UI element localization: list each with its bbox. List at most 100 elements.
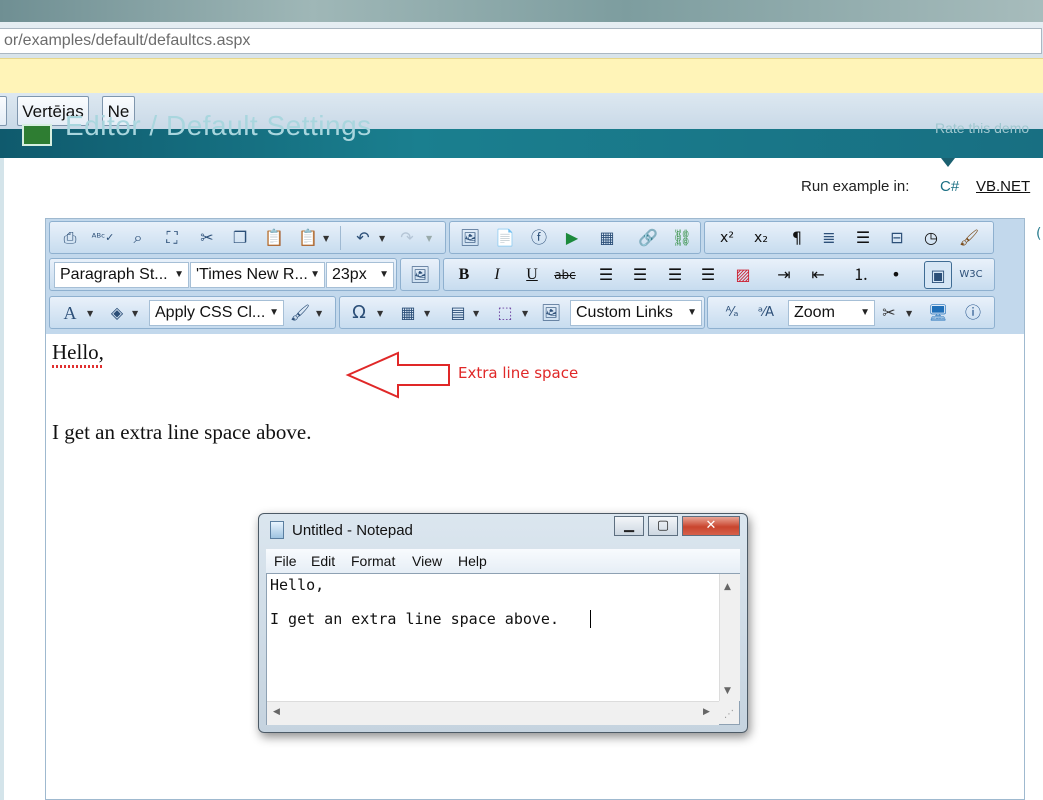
format-painter-icon[interactable]: 🖌 (957, 226, 981, 250)
template-manager-icon[interactable]: ▦ (595, 226, 619, 250)
align-menu-icon[interactable]: ☰ (851, 226, 875, 250)
image-manager-icon[interactable]: 🖼 (458, 226, 482, 250)
insert-snippet-icon[interactable]: ⊟ (885, 226, 909, 250)
copy-icon[interactable]: ❐ (228, 226, 252, 250)
apply-css-dropdown-icon[interactable]: ▼ (269, 301, 279, 325)
media-manager-icon[interactable]: ▶ (560, 226, 584, 250)
outdent-icon[interactable]: ⇤ (806, 263, 830, 287)
insert-date-time-icon[interactable]: ◷ (919, 226, 943, 250)
toggle-borders-icon[interactable]: ▣ (924, 261, 952, 289)
find-replace-icon[interactable]: ⌕ (126, 226, 150, 250)
vertical-scrollbar[interactable] (719, 574, 740, 701)
scroll-down-arrow-icon[interactable]: ▼ (724, 686, 731, 696)
translate-bar-edge-button[interactable] (0, 96, 7, 126)
menu-view[interactable]: View (412, 553, 442, 569)
csharp-link[interactable]: C# (940, 178, 959, 195)
format-sets-dropdown-icon[interactable]: ▼ (316, 309, 322, 318)
align-center-icon[interactable]: ☰ (628, 263, 652, 287)
paste-options-dropdown-icon[interactable]: ▼ (323, 234, 329, 243)
redo-dropdown-icon[interactable]: ▼ (426, 234, 432, 243)
font-name-select[interactable]: 'Times New R... ▼ (190, 262, 325, 288)
indent-icon[interactable]: ⇥ (772, 263, 796, 287)
back-color-icon[interactable]: ◈ (105, 301, 129, 325)
bold-icon[interactable]: B (452, 263, 476, 287)
about-dialog-icon[interactable]: ⓘ (961, 301, 985, 325)
format-stripper-icon[interactable]: ≣ (817, 226, 841, 250)
undo-dropdown-icon[interactable]: ▼ (379, 234, 385, 243)
horizontal-scrollbar[interactable] (267, 701, 719, 725)
table-wizard-icon[interactable]: ▤ (446, 301, 470, 325)
cut-icon[interactable]: ✂ (195, 226, 219, 250)
scroll-left-arrow-icon[interactable]: ◀ (273, 707, 280, 717)
minimize-button[interactable]: ▁ (614, 516, 644, 536)
underline-icon[interactable]: U (520, 263, 544, 287)
maximize-button[interactable]: ▢ (648, 516, 678, 536)
convert-lowercase-icon[interactable]: ᴬ⁄ₐ (720, 301, 744, 325)
print-icon[interactable]: ⎙ (58, 226, 82, 250)
fore-color-icon[interactable]: A (58, 301, 82, 325)
remove-alignment-icon[interactable]: ▨ (731, 263, 755, 287)
align-right-icon[interactable]: ☰ (663, 263, 687, 287)
numbered-list-icon[interactable]: ⒈ (849, 263, 873, 287)
rate-demo-link[interactable]: Rate this demo (935, 120, 1029, 136)
toggle-screen-mode-icon[interactable]: 🖥 (926, 301, 950, 325)
custom-links-select[interactable]: Custom Links ▼ (570, 300, 702, 326)
document-manager-icon[interactable]: 📄 (493, 226, 517, 250)
editor-content-line1[interactable]: Hello, (52, 340, 104, 365)
close-button[interactable]: ✕ (682, 516, 740, 536)
hyperlink-icon[interactable]: 🔗 (636, 226, 660, 250)
zoom-dropdown-icon[interactable]: ▼ (860, 301, 870, 325)
undo-icon[interactable]: ↶ (351, 226, 375, 250)
vbnet-link[interactable]: VB.NET (976, 178, 1030, 195)
custom-links-dropdown-icon[interactable]: ▼ (687, 301, 697, 325)
xhtml-validator-icon[interactable]: W3C (959, 263, 983, 287)
notepad-line2[interactable]: I get an extra line space above. (270, 610, 559, 628)
font-size-dropdown-icon[interactable]: ▼ (379, 263, 389, 287)
scroll-right-arrow-icon[interactable]: ▶ (703, 707, 710, 717)
bulleted-list-icon[interactable]: • (884, 263, 908, 287)
editor-content-line2[interactable]: I get an extra line space above. (52, 420, 311, 445)
image-map-icon[interactable]: 🖼 (408, 263, 432, 287)
paste-options-icon[interactable]: 📋 (296, 226, 320, 250)
insert-table-icon[interactable]: ▦ (396, 301, 420, 325)
address-url[interactable]: or/examples/default/defaultcs.aspx (4, 32, 250, 50)
subscript-icon[interactable]: x₂ (749, 226, 773, 250)
redo-icon[interactable]: ↷ (395, 226, 419, 250)
apply-css-select[interactable]: Apply CSS Cl... ▼ (149, 300, 284, 326)
strikethrough-icon[interactable]: abc (553, 263, 577, 287)
menu-format[interactable]: Format (351, 553, 395, 569)
remove-link-icon[interactable]: ⛓ (670, 226, 694, 250)
menu-edit[interactable]: Edit (311, 553, 335, 569)
paragraph-mark-icon[interactable]: ¶ (785, 226, 809, 250)
font-size-select[interactable]: 23px ▼ (326, 262, 394, 288)
table-wizard-dropdown-icon[interactable]: ▼ (473, 309, 479, 318)
spellcheck-icon[interactable]: ᴬᴮᶜ✓ (91, 226, 115, 250)
fore-color-dropdown-icon[interactable]: ▼ (87, 309, 93, 318)
italic-icon[interactable]: I (485, 263, 509, 287)
symbol-dropdown-icon[interactable]: ▼ (377, 309, 383, 318)
insert-custom-element-icon[interactable]: ⬚ (493, 301, 517, 325)
superscript-icon[interactable]: x² (715, 226, 739, 250)
convert-uppercase-icon[interactable]: ᵃ⁄A (754, 301, 778, 325)
insert-custom-element-dropdown-icon[interactable]: ▼ (522, 309, 528, 318)
module-manager-dropdown-icon[interactable]: ▼ (906, 309, 912, 318)
menu-file[interactable]: File (274, 553, 297, 569)
justify-icon[interactable]: ☰ (696, 263, 720, 287)
module-manager-icon[interactable]: ✂ (877, 301, 901, 325)
font-name-dropdown-icon[interactable]: ▼ (310, 263, 320, 287)
back-color-dropdown-icon[interactable]: ▼ (132, 309, 138, 318)
menu-help[interactable]: Help (458, 553, 487, 569)
paragraph-style-dropdown-icon[interactable]: ▼ (174, 263, 184, 287)
scroll-up-arrow-icon[interactable]: ▲ (724, 582, 731, 592)
select-all-icon[interactable]: ⛶ (160, 226, 184, 250)
paragraph-style-select[interactable]: Paragraph St... ▼ (54, 262, 189, 288)
paste-icon[interactable]: 📋 (262, 226, 286, 250)
symbol-icon[interactable]: Ω (347, 301, 371, 325)
resize-grip-icon[interactable]: ⋰ (724, 709, 734, 720)
image-map-editor-icon[interactable]: 🖼 (539, 301, 563, 325)
flash-manager-icon[interactable]: ⓕ (527, 226, 551, 250)
zoom-select[interactable]: Zoom ▼ (788, 300, 875, 326)
notepad-line1[interactable]: Hello, (270, 576, 324, 594)
format-sets-icon[interactable]: 🖌 (288, 301, 312, 325)
insert-table-dropdown-icon[interactable]: ▼ (424, 309, 430, 318)
